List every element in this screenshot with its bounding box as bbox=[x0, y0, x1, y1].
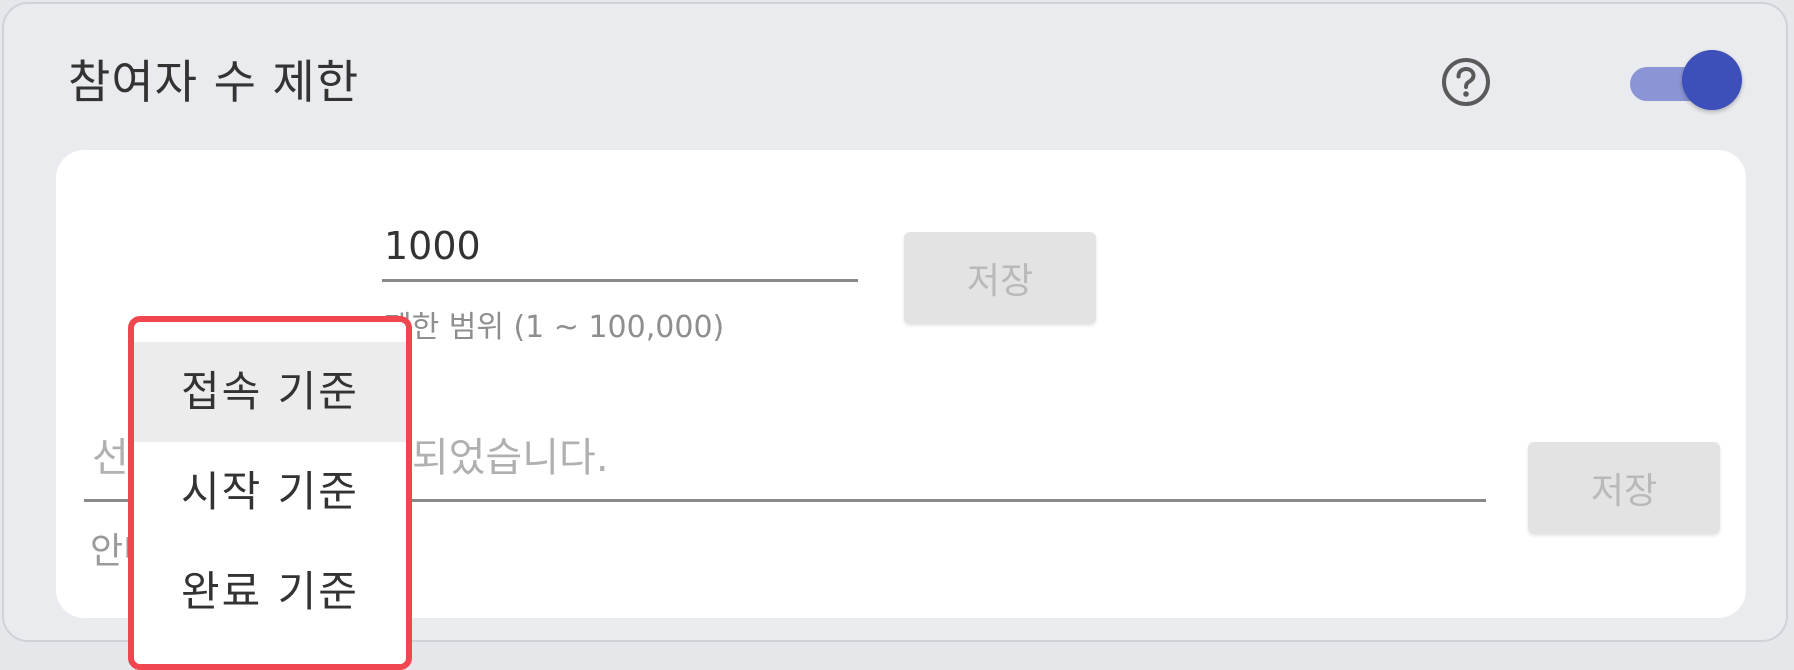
save-limit-button[interactable]: 저장 bbox=[904, 232, 1096, 324]
limit-range-hint: 제한 범위 (1 ~ 100,000) bbox=[384, 310, 725, 345]
criteria-dropdown-menu: 접속 기준 시작 기준 완료 기준 bbox=[128, 316, 412, 670]
panel-title: 참여자 수 제한 bbox=[68, 55, 360, 109]
save-message-button[interactable]: 저장 bbox=[1528, 442, 1720, 534]
dropdown-option-complete[interactable]: 완료 기준 bbox=[134, 542, 406, 642]
limit-toggle[interactable] bbox=[1630, 50, 1742, 114]
limit-value-input[interactable] bbox=[382, 212, 858, 282]
dropdown-option-start[interactable]: 시작 기준 bbox=[134, 442, 406, 542]
settings-card: 제한 범위 (1 ~ 100,000) 저장 안내 문구 저장 접속 기준 시작… bbox=[56, 150, 1746, 670]
toggle-knob bbox=[1682, 50, 1742, 110]
question-circle-icon[interactable] bbox=[1440, 56, 1492, 108]
participant-limit-panel: 참여자 수 제한 제한 범위 (1 ~ 100,000) 저장 안내 문구 저장… bbox=[2, 2, 1788, 670]
dropdown-option-access[interactable]: 접속 기준 bbox=[134, 342, 406, 442]
